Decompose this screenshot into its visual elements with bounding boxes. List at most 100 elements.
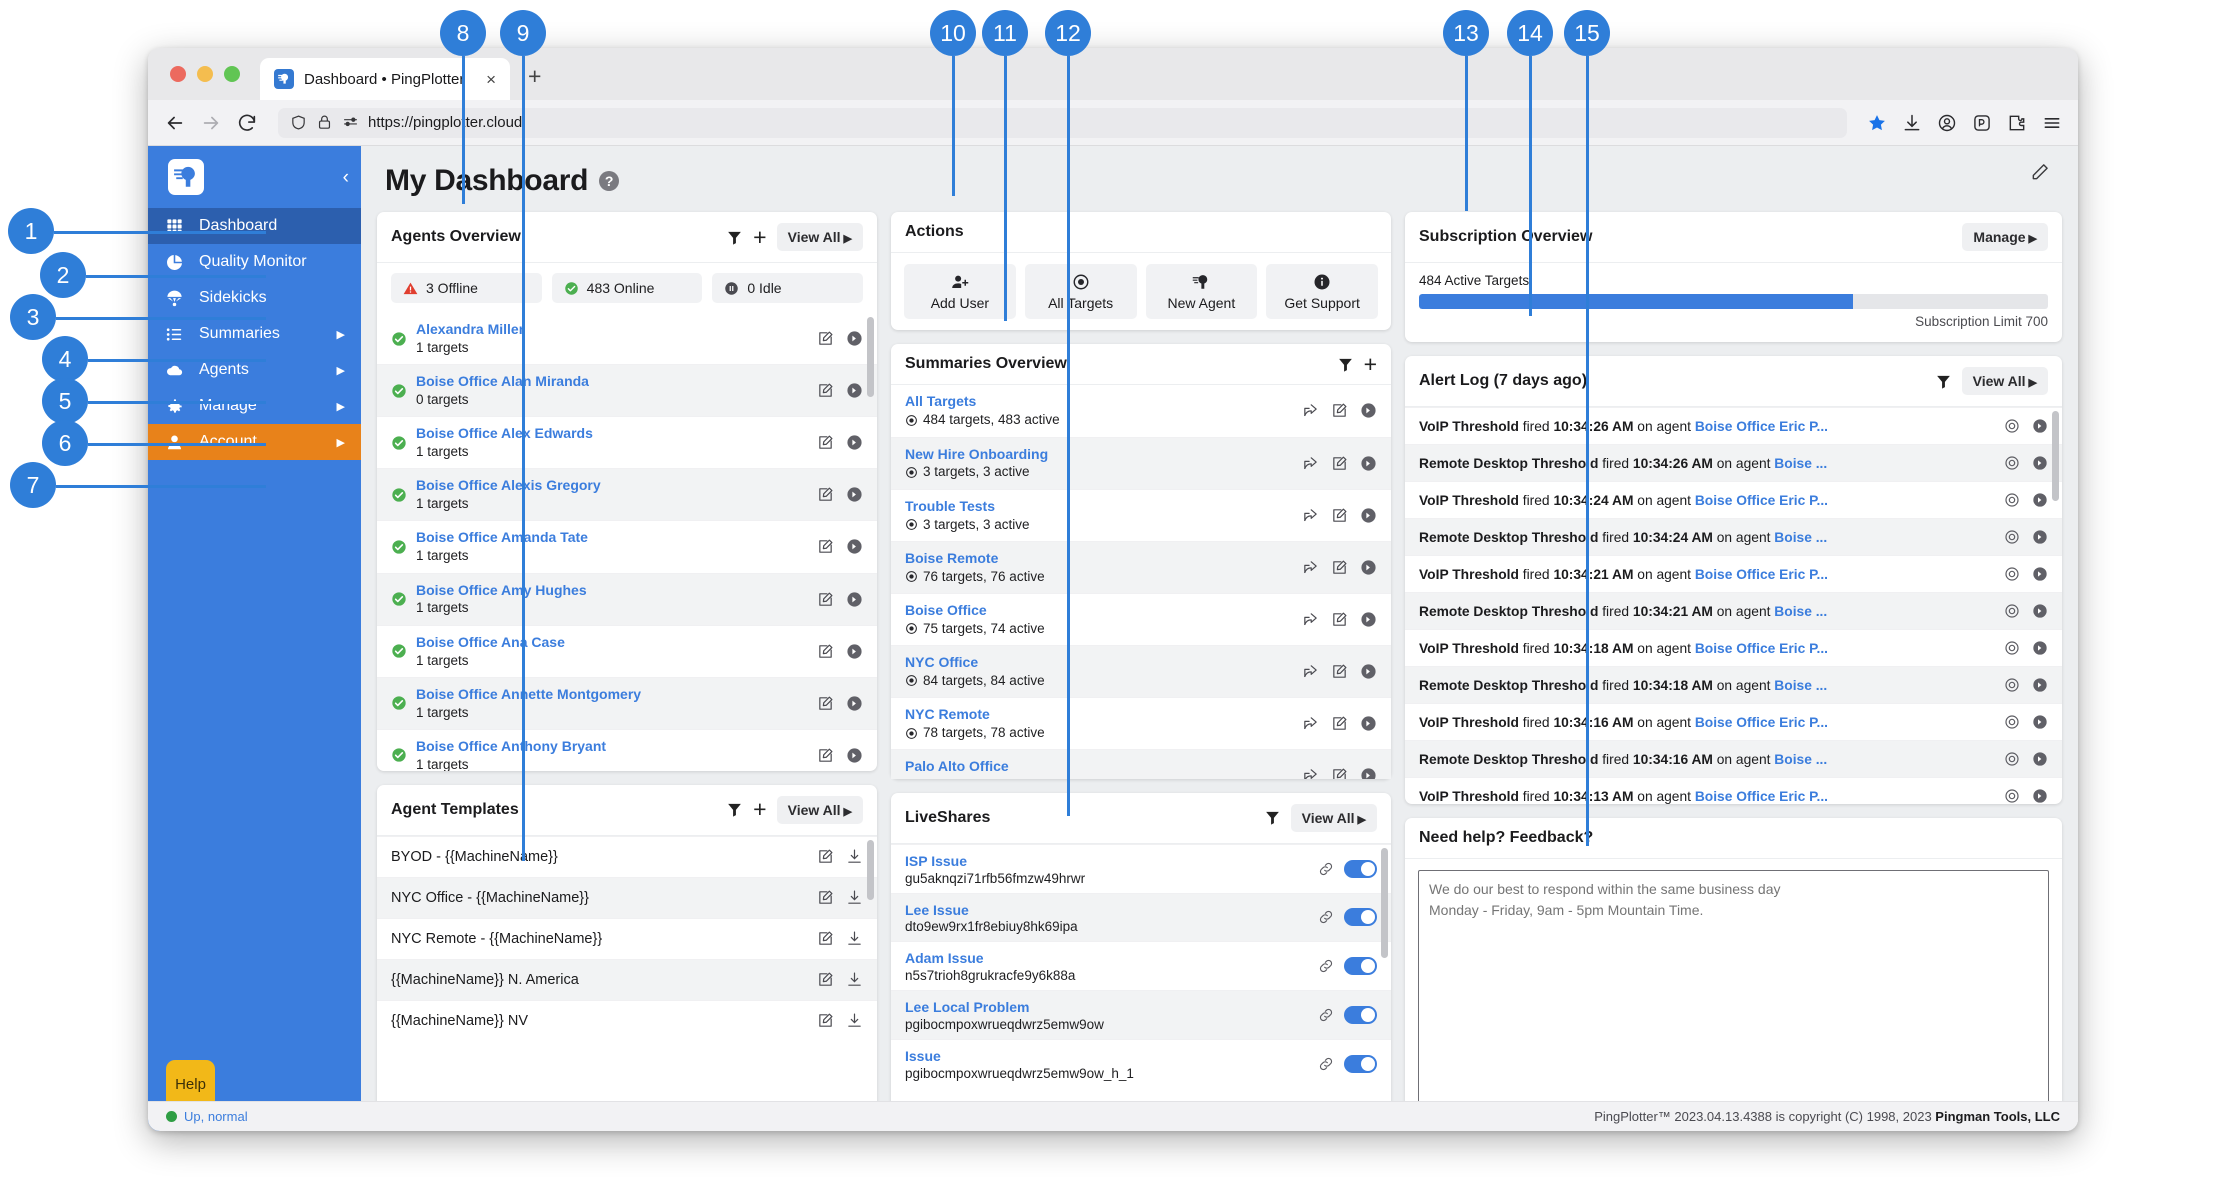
open-arrow-icon[interactable] — [2032, 566, 2048, 582]
summary-row[interactable]: NYC Remote 78 targets, 78 active — [891, 697, 1391, 749]
agent-name[interactable]: Boise Office Ana Case — [416, 633, 808, 652]
copy-link-button[interactable] — [1318, 1007, 1334, 1023]
agent-row[interactable]: Boise Office Amanda Tate 1 targets — [377, 520, 877, 572]
alert-row[interactable]: VoIP Threshold fired 10:34:26 AM on agen… — [1405, 407, 2062, 444]
bookmark-star-icon[interactable] — [1867, 113, 1887, 133]
chip-online[interactable]: 483 Online — [551, 273, 703, 303]
summary-row[interactable]: Trouble Tests 3 targets, 3 active — [891, 488, 1391, 541]
summary-name[interactable]: New Hire Onboarding — [905, 445, 1293, 464]
summary-name[interactable]: NYC Office — [905, 653, 1293, 672]
template-row[interactable]: NYC Office - {{MachineName}} — [377, 876, 877, 918]
liveshare-toggle[interactable] — [1344, 1006, 1377, 1025]
agent-name[interactable]: Boise Office Amy Hughes — [416, 581, 808, 600]
agent-name[interactable]: Alexandra Miller — [416, 320, 808, 339]
edit-icon[interactable] — [817, 889, 834, 906]
add-agent-icon[interactable]: + — [753, 225, 766, 248]
agent-name[interactable]: Boise Office Alex Edwards — [416, 424, 808, 443]
agent-row[interactable]: Boise Office Ana Case 1 targets — [377, 624, 877, 677]
summary-name[interactable]: All Targets — [905, 392, 1293, 411]
share-icon[interactable] — [1302, 455, 1319, 472]
agent-name[interactable]: Boise Office Anthony Bryant — [416, 737, 808, 756]
edit-dashboard-icon[interactable] — [2030, 162, 2050, 187]
alert-agent-link[interactable]: Boise Office Eric P... — [1695, 419, 1828, 434]
alert-agent-link[interactable]: Boise ... — [1774, 678, 1827, 693]
open-arrow-icon[interactable] — [2032, 455, 2048, 471]
liveshare-name[interactable]: Lee Issue — [905, 901, 1308, 920]
open-arrow-icon[interactable] — [1360, 663, 1377, 680]
liveshare-toggle[interactable] — [1344, 859, 1377, 878]
help-badge-icon[interactable]: ? — [599, 171, 620, 191]
filter-icon[interactable] — [1337, 356, 1354, 373]
download-icon[interactable] — [846, 930, 863, 947]
feedback-textarea[interactable] — [1418, 870, 2049, 1127]
alert-row[interactable]: Remote Desktop Threshold fired 10:34:16 … — [1405, 740, 2062, 777]
sidebar-item-sidekicks[interactable]: Sidekicks — [148, 280, 361, 316]
alert-row[interactable]: VoIP Threshold fired 10:34:21 AM on agen… — [1405, 555, 2062, 592]
manage-subscription-button[interactable]: Manage ▶ — [1962, 223, 2048, 251]
liveshare-row[interactable]: ISP Issue gu5aknqzi71rfb56fmzw49hrwr — [891, 843, 1391, 893]
extensions-icon[interactable] — [2007, 113, 2027, 133]
sidebar-item-summaries[interactable]: Summaries ▶ — [148, 316, 361, 352]
edit-icon[interactable] — [1331, 402, 1348, 419]
chip-idle[interactable]: 0 Idle — [712, 273, 864, 303]
edit-icon[interactable] — [817, 486, 834, 503]
window-controls[interactable] — [170, 66, 240, 82]
alert-row[interactable]: Remote Desktop Threshold fired 10:34:24 … — [1405, 518, 2062, 555]
action-add-user-button[interactable]: Add User — [904, 264, 1016, 319]
summary-name[interactable]: Trouble Tests — [905, 497, 1293, 516]
filter-icon[interactable] — [1264, 809, 1281, 826]
summary-row[interactable]: NYC Office 84 targets, 84 active — [891, 644, 1391, 698]
edit-icon[interactable] — [817, 747, 834, 764]
sidebar-item-agents[interactable]: Agents ▶ — [148, 352, 361, 388]
alert-agent-link[interactable]: Boise ... — [1774, 752, 1827, 767]
copy-link-icon[interactable] — [1318, 909, 1334, 925]
maximize-window-button[interactable] — [224, 66, 240, 82]
close-tab-button[interactable]: × — [482, 71, 500, 88]
liveshare-name[interactable]: Issue — [905, 1047, 1308, 1066]
target-icon[interactable] — [2004, 418, 2020, 434]
new-tab-button[interactable]: + — [514, 63, 555, 100]
download-icon[interactable] — [846, 971, 863, 988]
filter-icon[interactable] — [726, 801, 743, 818]
alert-row[interactable]: VoIP Threshold fired 10:34:13 AM on agen… — [1405, 777, 2062, 804]
connection-status[interactable]: Up, normal — [166, 1109, 248, 1124]
action-new-agent-button[interactable]: New Agent — [1145, 264, 1258, 319]
action-all-targets-button[interactable]: All Targets — [1024, 264, 1137, 319]
forward-icon[interactable] — [200, 112, 222, 134]
alert-row[interactable]: VoIP Threshold fired 10:34:18 AM on agen… — [1405, 629, 2062, 666]
open-arrow-icon[interactable] — [1360, 715, 1377, 732]
copy-link-button[interactable] — [1318, 861, 1334, 877]
add-template-icon[interactable]: + — [753, 798, 766, 821]
alert-agent-link[interactable]: Boise ... — [1774, 456, 1827, 471]
agent-row[interactable]: Boise Office Alexis Gregory 1 targets — [377, 468, 877, 521]
copy-link-button[interactable] — [1318, 958, 1334, 974]
minimize-window-button[interactable] — [197, 66, 213, 82]
open-arrow-icon[interactable] — [2032, 418, 2048, 434]
edit-icon[interactable] — [817, 434, 834, 451]
edit-icon[interactable] — [817, 382, 834, 399]
summary-row[interactable]: All Targets 484 targets, 483 active — [891, 385, 1391, 436]
alert-agent-link[interactable]: Boise Office Eric P... — [1695, 567, 1828, 582]
open-arrow-icon[interactable] — [1360, 402, 1377, 419]
agent-name[interactable]: Boise Office Alexis Gregory — [416, 476, 808, 495]
liveshares-scrollbar[interactable] — [1381, 847, 1388, 1123]
agent-row[interactable]: Boise Office Annette Montgomery 1 targets — [377, 676, 877, 729]
copy-link-icon[interactable] — [1318, 958, 1334, 974]
liveshare-toggle[interactable] — [1344, 957, 1377, 976]
target-icon[interactable] — [2004, 603, 2020, 619]
share-icon[interactable] — [1302, 611, 1319, 628]
filter-icon[interactable] — [1935, 373, 1952, 390]
edit-icon[interactable] — [1331, 767, 1348, 779]
open-arrow-icon[interactable] — [2032, 751, 2048, 767]
agent-name[interactable]: Boise Office Amanda Tate — [416, 528, 808, 547]
share-icon[interactable] — [1302, 767, 1319, 779]
liveshare-toggle[interactable] — [1344, 1055, 1377, 1074]
copy-link-button[interactable] — [1318, 909, 1334, 925]
sidebar-item-manage[interactable]: Manage ▶ — [148, 388, 361, 424]
open-arrow-icon[interactable] — [846, 330, 863, 347]
collapse-sidebar-icon[interactable]: ‹ — [343, 168, 349, 187]
edit-icon[interactable] — [1331, 507, 1348, 524]
target-icon[interactable] — [2004, 566, 2020, 582]
summary-row[interactable]: Boise Office 75 targets, 74 active — [891, 592, 1391, 645]
summary-name[interactable]: Palo Alto Office — [905, 757, 1293, 776]
